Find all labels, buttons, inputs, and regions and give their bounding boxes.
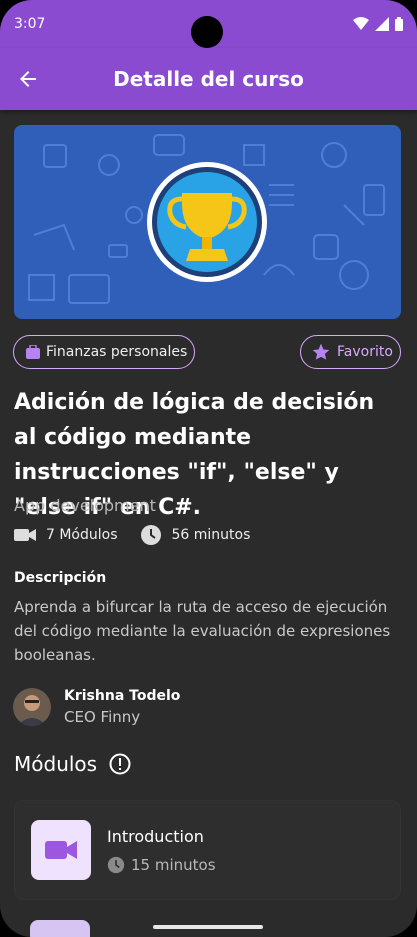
module-duration: 15 minutos: [107, 856, 216, 874]
description-heading: Descripción: [14, 570, 107, 586]
author-role: CEO Finny: [64, 708, 141, 726]
favorite-label: Favorito: [337, 344, 393, 360]
course-category: App development: [14, 496, 156, 515]
clock-icon: [107, 856, 125, 873]
app-bar: Detalle del curso: [0, 48, 417, 110]
module-name: Introduction: [107, 826, 204, 846]
modules-heading: Módulos: [14, 752, 131, 776]
battery-icon: [395, 17, 403, 31]
signal-icon: [375, 17, 389, 31]
category-chip-label: Finanzas personales: [46, 344, 188, 360]
category-chip[interactable]: Finanzas personales: [13, 335, 195, 369]
author[interactable]: Krishna Todelo CEO Finny: [13, 688, 180, 726]
description-text: Aprenda a bifurcar la ruta de acceso de …: [14, 598, 391, 664]
clock-icon: [140, 525, 161, 545]
video-icon: [45, 841, 77, 859]
wifi-icon: [353, 17, 369, 30]
course-banner: [14, 125, 401, 319]
banner-illustration: [14, 125, 401, 319]
status-bar: 3:07: [0, 0, 417, 48]
favorite-button[interactable]: Favorito: [300, 335, 401, 369]
camera-cutout: [191, 16, 223, 48]
back-button[interactable]: [16, 67, 40, 91]
next-module-thumbnail: [30, 920, 90, 937]
course-meta: 7 Módulos 56 minutos: [14, 524, 250, 546]
page-title: Detalle del curso: [113, 67, 304, 91]
modules-count: 7 Módulos: [14, 527, 118, 543]
module-card[interactable]: Introduction 15 minutos: [14, 800, 401, 900]
course-duration: 56 minutos: [140, 524, 250, 546]
module-thumbnail: [31, 820, 91, 880]
author-name: Krishna Todelo: [64, 688, 181, 704]
status-time: 3:07: [14, 16, 46, 32]
phone-screen: 3:07 Detalle del curso Finanzas personal…: [0, 0, 417, 937]
home-indicator[interactable]: [153, 925, 263, 929]
briefcase-icon: [26, 345, 40, 359]
video-icon: [14, 529, 36, 541]
arrow-left-icon: [20, 71, 36, 87]
star-icon: [312, 343, 330, 360]
status-icons: [353, 17, 403, 31]
avatar: [13, 688, 51, 726]
course-detail-content[interactable]: Finanzas personales Favorito Adición de …: [0, 110, 417, 937]
info-icon[interactable]: [109, 753, 131, 775]
